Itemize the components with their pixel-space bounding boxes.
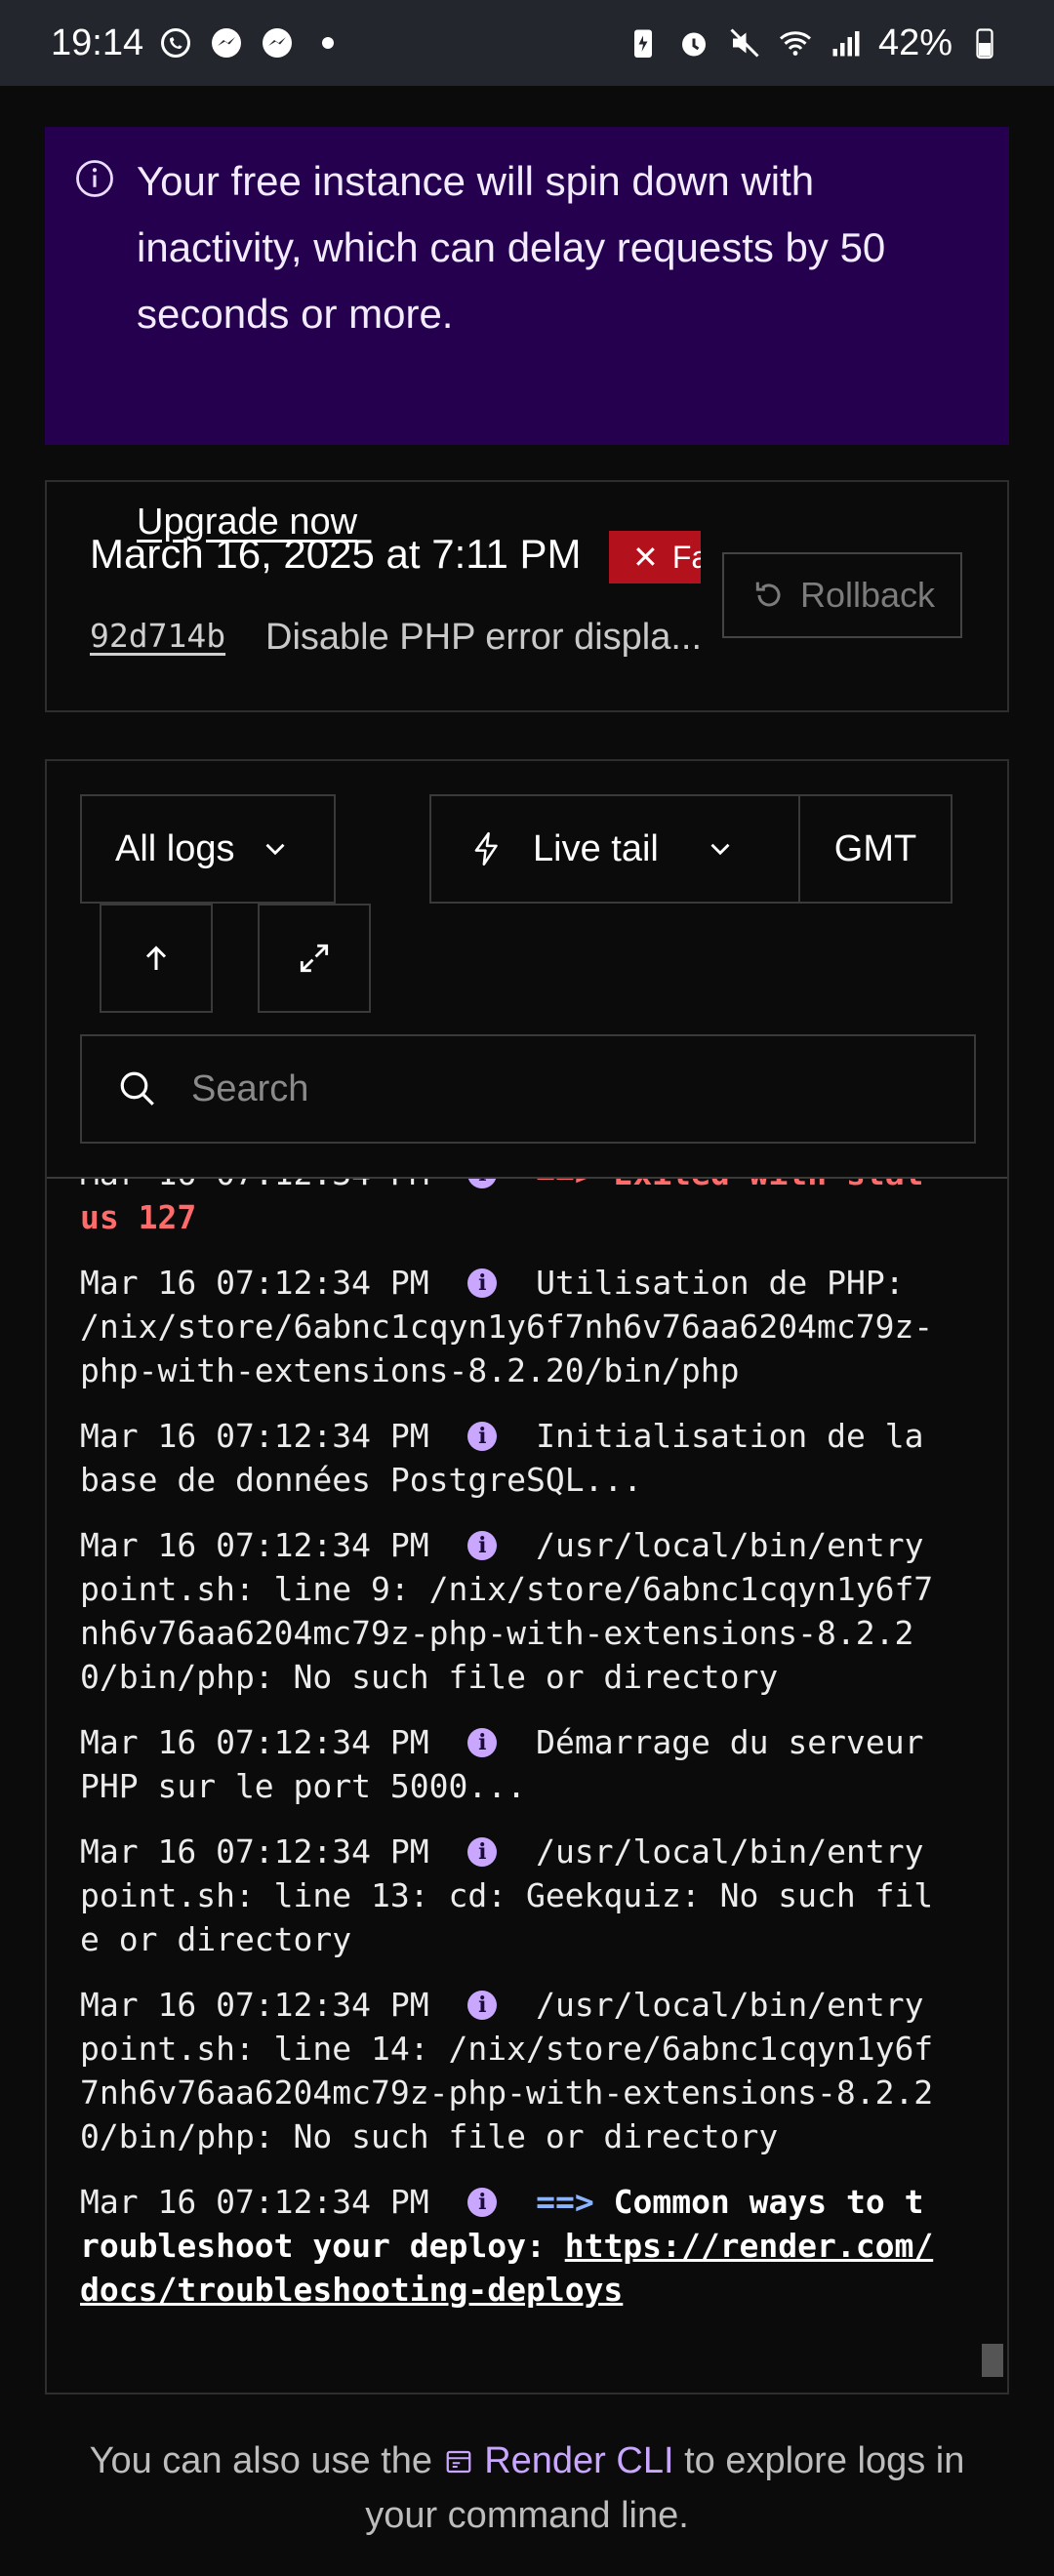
info-icon: i xyxy=(467,1531,498,1560)
arrow-up-icon xyxy=(145,946,167,970)
log-entry: Mar 16 07:12:34 PM i Démarrage du serveu… xyxy=(80,1720,939,1808)
signal-icon xyxy=(828,24,865,61)
footer-before: You can also use the xyxy=(89,2440,433,2481)
timezone-toggle[interactable]: GMT xyxy=(798,794,953,904)
status-bar-right: 42% xyxy=(625,22,1003,64)
footer-text: You can also use the Render CLI to explo… xyxy=(59,2434,995,2543)
battery-saver-icon xyxy=(625,24,662,61)
status-badge: ✕ Fa xyxy=(609,531,701,584)
battery-icon xyxy=(966,24,1003,61)
commit-hash-link[interactable]: 92d714b xyxy=(90,617,225,655)
log-timestamp: Mar 16 07:12:34 PM xyxy=(80,1526,468,1564)
log-entry: Mar 16 07:12:34 PM i ==> Exited with sta… xyxy=(80,1179,939,1239)
messenger-icon xyxy=(208,24,245,61)
notification-dot-icon xyxy=(309,24,346,61)
messenger-icon xyxy=(259,24,296,61)
log-timestamp: Mar 16 07:12:34 PM xyxy=(80,1986,468,2024)
log-timestamp: Mar 16 07:12:34 PM xyxy=(80,2183,468,2221)
info-icon: i xyxy=(467,1268,498,1298)
log-entry: Mar 16 07:12:34 PM i Utilisation de PHP:… xyxy=(80,1261,939,1392)
info-icon: i xyxy=(467,1837,498,1867)
log-timestamp: Mar 16 07:12:34 PM xyxy=(80,1723,468,1761)
whatsapp-icon xyxy=(157,24,194,61)
terminal-icon xyxy=(446,2450,470,2474)
info-icon: i xyxy=(467,1728,498,1757)
log-filter-dropdown[interactable]: All logs xyxy=(80,794,336,904)
search-placeholder: Search xyxy=(191,1067,309,1109)
log-timestamp: Mar 16 07:12:34 PM xyxy=(80,1179,467,1192)
live-tail-dropdown[interactable]: Live tail xyxy=(429,794,800,904)
rollback-button[interactable]: Rollback xyxy=(722,552,962,638)
log-viewer[interactable]: Mar 16 07:12:34 PM i ==> Exited with sta… xyxy=(47,1179,1007,2354)
alarm-icon xyxy=(675,24,712,61)
search-input[interactable]: Search xyxy=(80,1034,976,1144)
status-badge-label: Fa xyxy=(671,539,701,575)
rollback-icon xyxy=(755,582,781,607)
scroll-to-top-button[interactable] xyxy=(100,904,213,1013)
log-entry: Mar 16 07:12:34 PM i /usr/local/bin/entr… xyxy=(80,1523,939,1699)
info-icon: i xyxy=(467,1422,498,1451)
free-instance-banner: Your free instance will spin down with i… xyxy=(45,127,1009,543)
rollback-label: Rollback xyxy=(799,575,936,615)
render-cli-link[interactable]: Render CLI xyxy=(484,2440,673,2481)
info-icon: i xyxy=(467,2188,498,2217)
battery-percent: 42% xyxy=(877,21,953,63)
log-entry: Mar 16 07:12:34 PM i /usr/local/bin/entr… xyxy=(80,1983,939,2158)
fullscreen-button[interactable] xyxy=(258,904,371,1013)
banner-text: Your free instance will spin down with i… xyxy=(137,158,886,337)
clock: 19:14 xyxy=(51,21,144,63)
log-timestamp: Mar 16 07:12:34 PM xyxy=(80,1417,468,1455)
info-icon xyxy=(76,160,113,197)
log-filter-label: All logs xyxy=(115,827,235,869)
search-icon xyxy=(120,1071,154,1106)
lightning-icon xyxy=(474,831,498,866)
status-bar-left: 19:14 xyxy=(51,22,346,64)
scrollbar-thumb[interactable] xyxy=(982,2344,1003,2377)
chevron-down-icon xyxy=(264,843,285,856)
info-icon: i xyxy=(467,1179,498,1188)
wifi-icon xyxy=(777,24,814,61)
commit-message: Disable PHP error displa... xyxy=(265,617,703,658)
close-icon: ✕ xyxy=(632,540,659,575)
log-list: Mar 16 07:12:34 PM i ==> Exited with sta… xyxy=(80,1179,939,2333)
live-tail-label: Live tail xyxy=(533,827,659,869)
log-entry: Mar 16 07:12:34 PM i Initialisation de l… xyxy=(80,1414,939,1502)
log-arrow: ==> xyxy=(536,2183,614,2221)
status-bar: 19:14 42% xyxy=(0,0,1054,86)
log-entry: Mar 16 07:12:34 PM i /usr/local/bin/entr… xyxy=(80,1830,939,1961)
log-timestamp: Mar 16 07:12:34 PM xyxy=(80,1832,468,1871)
deploy-date: March 16, 2025 at 7:11 PM xyxy=(90,531,582,577)
log-timestamp: Mar 16 07:12:34 PM xyxy=(80,1264,468,1302)
timezone-label: GMT xyxy=(833,827,917,869)
deploy-card: March 16, 2025 at 7:11 PM ✕ Fa 92d714b D… xyxy=(45,480,1009,712)
logs-panel: All logs Live tail GMT Search Mar 16 07:… xyxy=(45,759,1009,2395)
expand-icon xyxy=(300,944,329,973)
chevron-down-icon xyxy=(710,843,730,856)
info-icon: i xyxy=(467,1991,498,2020)
mute-icon xyxy=(726,24,763,61)
log-entry: Mar 16 07:12:34 PM i ==> Common ways to … xyxy=(80,2180,939,2312)
